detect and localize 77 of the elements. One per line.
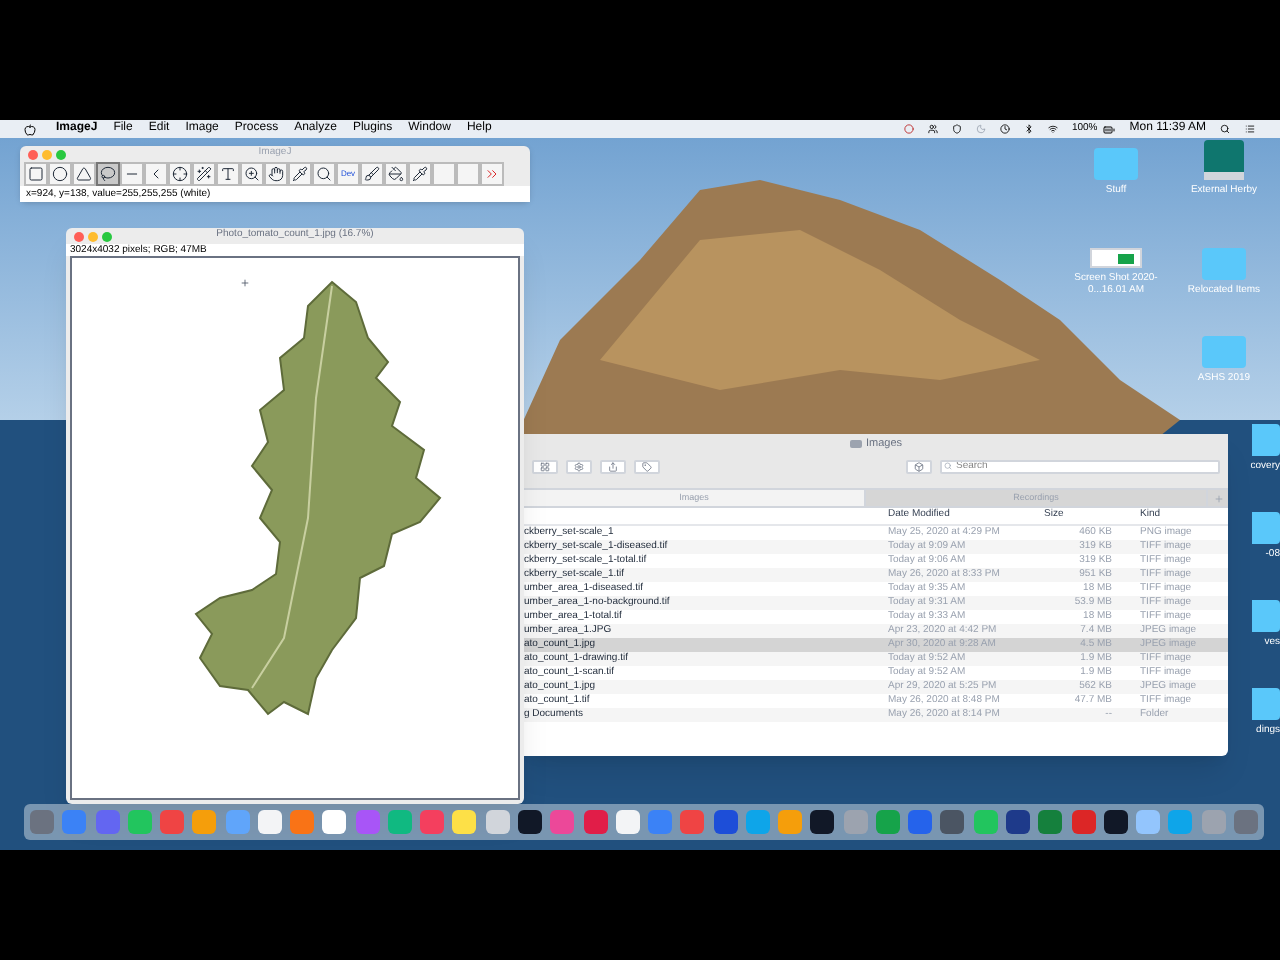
close-button[interactable] [28, 149, 38, 159]
app-icon[interactable] [940, 810, 965, 834]
minimize-button[interactable] [42, 149, 52, 159]
text-icon [220, 166, 236, 182]
tool-button[interactable] [312, 162, 336, 186]
tool-button[interactable] [240, 162, 264, 186]
brush-icon [364, 166, 380, 182]
lasso-icon [100, 166, 116, 182]
record-icon[interactable] [903, 124, 914, 134]
box-icon [914, 461, 924, 471]
tool-button[interactable] [72, 162, 96, 186]
app-icon[interactable] [322, 810, 347, 834]
hand-icon [268, 166, 284, 182]
tool-button[interactable] [48, 162, 72, 186]
app-icon[interactable] [810, 810, 835, 834]
grid-icon [540, 461, 550, 471]
tool-button[interactable] [168, 162, 192, 186]
wifi-icon[interactable] [1047, 124, 1058, 134]
tool-button[interactable] [96, 162, 120, 186]
zoom-button[interactable] [102, 231, 112, 241]
double-chevron-icon [484, 166, 500, 182]
users-icon[interactable] [927, 124, 938, 134]
wand-icon [196, 166, 212, 182]
tool-button[interactable] [408, 162, 432, 186]
folder-icon [1252, 424, 1280, 456]
app-icon[interactable] [257, 810, 282, 834]
search-icon[interactable] [1220, 124, 1230, 134]
app-icon[interactable] [615, 810, 640, 834]
share-button[interactable] [600, 459, 626, 473]
polygon-icon [76, 166, 92, 182]
view-button[interactable] [532, 459, 558, 473]
screenshot-thumbnail [1090, 248, 1142, 268]
folder-icon [1202, 248, 1246, 280]
dropbox-button[interactable] [906, 459, 932, 473]
pipette-icon [412, 166, 428, 182]
folder-icon [849, 440, 862, 448]
shield-icon[interactable] [951, 124, 962, 134]
app-icon[interactable] [1005, 810, 1030, 834]
tag-button[interactable] [634, 459, 660, 473]
zoom-icon [244, 166, 260, 182]
crosshair-icon [172, 166, 188, 182]
tool-button[interactable] [264, 162, 288, 186]
tool-button[interactable] [192, 162, 216, 186]
tag-icon [642, 461, 652, 471]
app-icon[interactable] [517, 810, 542, 834]
folder-icon [1252, 688, 1280, 720]
close-button[interactable] [74, 231, 84, 241]
folder-icon [1252, 600, 1280, 632]
paint-bucket-icon [388, 166, 404, 182]
folder-icon [1094, 148, 1138, 180]
plus-icon [1213, 493, 1223, 503]
bluetooth-icon[interactable] [1023, 124, 1034, 134]
search-icon [316, 166, 332, 182]
apple-icon[interactable] [24, 123, 36, 135]
crosshair-cursor-icon [240, 278, 250, 288]
rectangle-icon [28, 166, 44, 182]
drive-icon [1204, 140, 1244, 180]
share-icon [608, 461, 618, 471]
app-icon[interactable] [1103, 810, 1128, 834]
tool-button[interactable] [288, 162, 312, 186]
battery-icon[interactable] [1101, 123, 1116, 135]
folder-icon [1252, 512, 1280, 544]
dropper-icon [292, 166, 308, 182]
minimize-button[interactable] [88, 231, 98, 241]
folder-icon [1202, 336, 1246, 368]
zoom-button[interactable] [56, 149, 66, 159]
list-icon[interactable] [1244, 124, 1256, 134]
search-icon [944, 462, 952, 470]
tool-button[interactable] [384, 162, 408, 186]
clock-icon[interactable] [999, 124, 1010, 134]
tool-button[interactable] [216, 162, 240, 186]
tool-button[interactable] [360, 162, 384, 186]
moon-icon[interactable] [975, 124, 986, 134]
action-button[interactable] [566, 459, 592, 473]
angle-icon [148, 166, 164, 182]
gear-icon [574, 461, 584, 471]
oval-icon [52, 166, 68, 182]
